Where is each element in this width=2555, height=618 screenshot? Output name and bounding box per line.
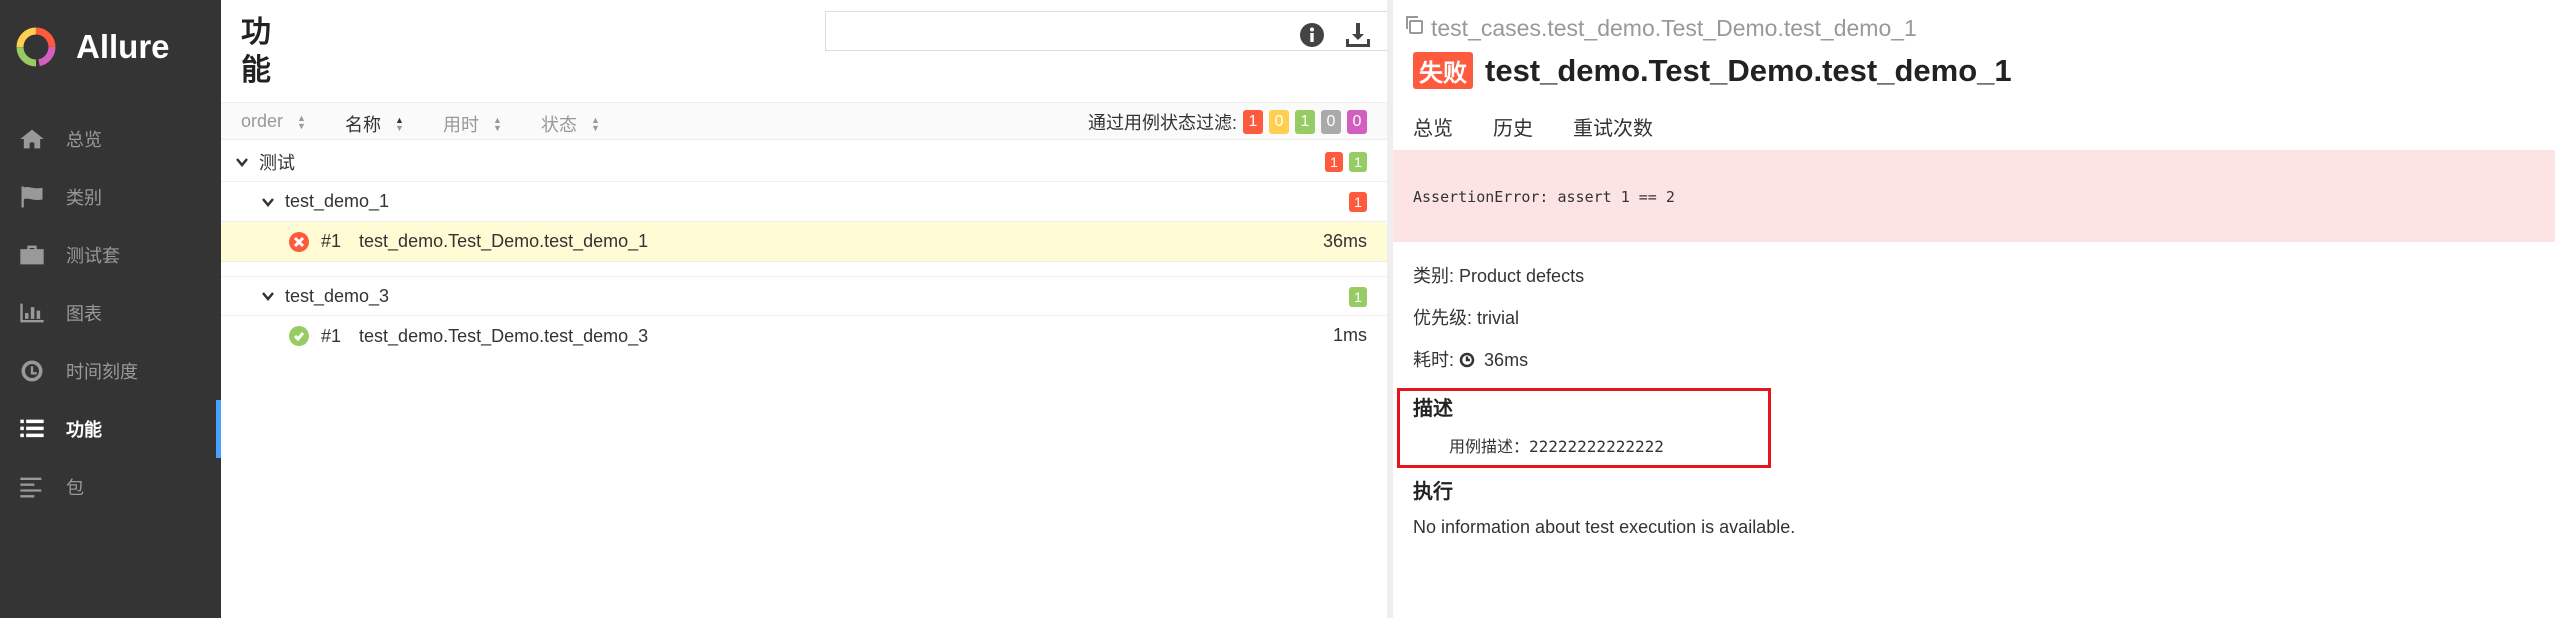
sort-status[interactable]: 状态 ▲ ▼ — [541, 111, 600, 137]
sidebar-item-suites[interactable]: 测试套 — [0, 226, 221, 284]
clock-icon — [1459, 352, 1475, 368]
duration-field: 耗时: 36ms — [1413, 346, 1528, 372]
tab-retries[interactable]: 重试次数 — [1553, 106, 1673, 154]
sort-arrows-icon: ▲ ▼ — [395, 115, 404, 133]
sidebar-item-label: 总览 — [66, 130, 102, 150]
severity-field: 优先级: trivial — [1413, 308, 1520, 328]
sidebar-item-packages[interactable]: 包 — [0, 458, 221, 516]
tree-group-counts: 1 1 — [1319, 152, 1367, 172]
filter-broken-toggle[interactable]: 0 — [1269, 110, 1289, 134]
tree-group-label: 测试 — [259, 152, 295, 173]
test-name: test_demo.Test_Demo.test_demo_1 — [359, 231, 649, 251]
sort-arrows-icon: ▲ ▼ — [591, 115, 600, 133]
chevron-down-icon — [235, 155, 249, 169]
tree-pane: 功能 order ▲ ▼ 名称 ▲ ▼ 用时 ▲ ▼ 状态 ▲ ▼ 通过用例状态… — [221, 0, 1485, 618]
status-filter: 通过用例状态过滤: 1 0 1 0 0 — [1088, 109, 1367, 135]
home-icon — [18, 127, 46, 151]
passed-count-badge: 1 — [1349, 152, 1367, 172]
chevron-down-icon — [261, 289, 275, 303]
filter-failed-toggle[interactable]: 1 — [1243, 110, 1263, 134]
allure-logo-icon — [14, 25, 58, 69]
execution-title[interactable]: 执行 — [1413, 475, 1453, 504]
sidebar-item-graphs[interactable]: 图表 — [0, 284, 221, 342]
description-text: 用例描述：22222222222222 — [1449, 437, 1664, 456]
tree-group-test-demo-3[interactable]: test_demo_3 1 — [221, 276, 1387, 316]
test-title: 失败 test_demo.Test_Demo.test_demo_1 — [1413, 52, 2012, 89]
test-case-row[interactable]: #1 test_demo.Test_Demo.test_demo_3 1ms — [221, 316, 1387, 356]
brand-name: Allure — [76, 28, 170, 65]
category-field: 类别: Product defects — [1413, 266, 1585, 286]
clock-icon — [18, 359, 46, 383]
passed-count-badge: 1 — [1349, 287, 1367, 307]
sidebar-item-label: 包 — [66, 478, 84, 498]
sidebar-nav: 总览 类别 测试套 图表 时间刻度 功能 包 — [0, 110, 221, 516]
sidebar-item-label: 时间刻度 — [66, 362, 138, 382]
detail-tabs: 总览 历史 重试次数 — [1393, 106, 1673, 154]
failed-count-badge: 1 — [1349, 192, 1367, 212]
sidebar-item-label: 功能 — [66, 420, 102, 440]
status-badge: 失败 — [1413, 52, 1473, 89]
test-title-text: test_demo.Test_Demo.test_demo_1 — [1485, 52, 2012, 88]
status-filter-label: 通过用例状态过滤: — [1087, 113, 1237, 133]
test-tree: 测试 1 1 test_demo_1 1 #1 test_demo.Test_D… — [221, 142, 1387, 356]
description-title[interactable]: 描述 — [1413, 392, 1453, 421]
breadcrumb-text: test_cases.test_demo.Test_Demo.test_demo… — [1431, 14, 1917, 41]
filter-passed-toggle[interactable]: 1 — [1295, 110, 1315, 134]
sidebar-item-label: 类别 — [66, 188, 102, 208]
failed-status-icon — [289, 231, 309, 252]
duration-label: 耗时: — [1413, 350, 1455, 370]
sort-name[interactable]: 名称 ▲ ▼ — [345, 111, 404, 137]
test-order: #1 — [321, 231, 342, 251]
sidebar-item-label: 测试套 — [66, 246, 120, 266]
tree-group-counts: 1 — [1343, 287, 1367, 307]
failed-count-badge: 1 — [1325, 152, 1343, 172]
tree-group-root[interactable]: 测试 1 1 — [221, 142, 1387, 182]
sort-duration[interactable]: 用时 ▲ ▼ — [443, 111, 502, 137]
tree-group-label: test_demo_1 — [285, 191, 390, 211]
sort-order[interactable]: order ▲ ▼ — [241, 111, 306, 132]
align-left-icon — [18, 475, 46, 499]
tab-history[interactable]: 历史 — [1473, 106, 1553, 154]
test-duration: 36ms — [1322, 231, 1367, 251]
breadcrumb[interactable]: test_cases.test_demo.Test_Demo.test_demo… — [1403, 14, 1917, 42]
sidebar-item-categories[interactable]: 类别 — [0, 168, 221, 226]
test-case-row[interactable]: #1 test_demo.Test_Demo.test_demo_1 36ms — [221, 222, 1387, 262]
copy-icon[interactable] — [1403, 14, 1431, 42]
tab-overview[interactable]: 总览 — [1393, 106, 1473, 154]
info-icon[interactable] — [1297, 20, 1329, 52]
briefcase-icon — [18, 243, 46, 267]
bar-chart-icon — [18, 301, 46, 325]
list-icon — [18, 417, 46, 441]
tree-group-label: test_demo_3 — [285, 285, 390, 306]
sidebar: Allure 总览 类别 测试套 图表 时间刻度 功能 包 — [0, 0, 221, 618]
flag-icon — [18, 185, 46, 209]
sidebar-item-behaviors[interactable]: 功能 — [0, 400, 221, 458]
test-duration: 1ms — [1332, 325, 1367, 345]
tree-group-counts: 1 — [1343, 192, 1367, 212]
brand[interactable]: Allure — [14, 22, 170, 72]
sort-bar: order ▲ ▼ 名称 ▲ ▼ 用时 ▲ ▼ 状态 ▲ ▼ 通过用例状态过滤: 1 0… — [221, 102, 1387, 140]
test-order: #1 — [321, 325, 342, 346]
chevron-down-icon — [261, 195, 275, 209]
search-input[interactable] — [825, 11, 1485, 51]
filter-unknown-toggle[interactable]: 0 — [1347, 110, 1367, 134]
sort-arrows-icon: ▲ ▼ — [493, 115, 502, 133]
passed-status-icon — [289, 326, 309, 346]
download-icon[interactable] — [1343, 20, 1375, 52]
duration-value: 36ms — [1484, 350, 1529, 370]
allure-report-app: Allure 总览 类别 测试套 图表 时间刻度 功能 包 功能 order ▲… — [0, 0, 2555, 618]
tree-group-test-demo-1[interactable]: test_demo_1 1 — [221, 182, 1387, 222]
sidebar-item-overview[interactable]: 总览 — [0, 110, 221, 168]
filter-skipped-toggle[interactable]: 0 — [1321, 110, 1341, 134]
assertion-message: AssertionError: assert 1 == 2 — [1393, 150, 2555, 242]
sidebar-item-timeline[interactable]: 时间刻度 — [0, 342, 221, 400]
execution-text: No information about test execution is a… — [1413, 517, 1796, 537]
pane-actions — [1283, 20, 1375, 52]
test-detail-pane: test_cases.test_demo.Test_Demo.test_demo… — [1393, 0, 2555, 618]
sidebar-item-label: 图表 — [66, 304, 102, 324]
test-name: test_demo.Test_Demo.test_demo_3 — [359, 325, 649, 346]
page-title: 功能 — [241, 16, 271, 87]
sort-arrows-icon: ▲ ▼ — [297, 112, 306, 131]
